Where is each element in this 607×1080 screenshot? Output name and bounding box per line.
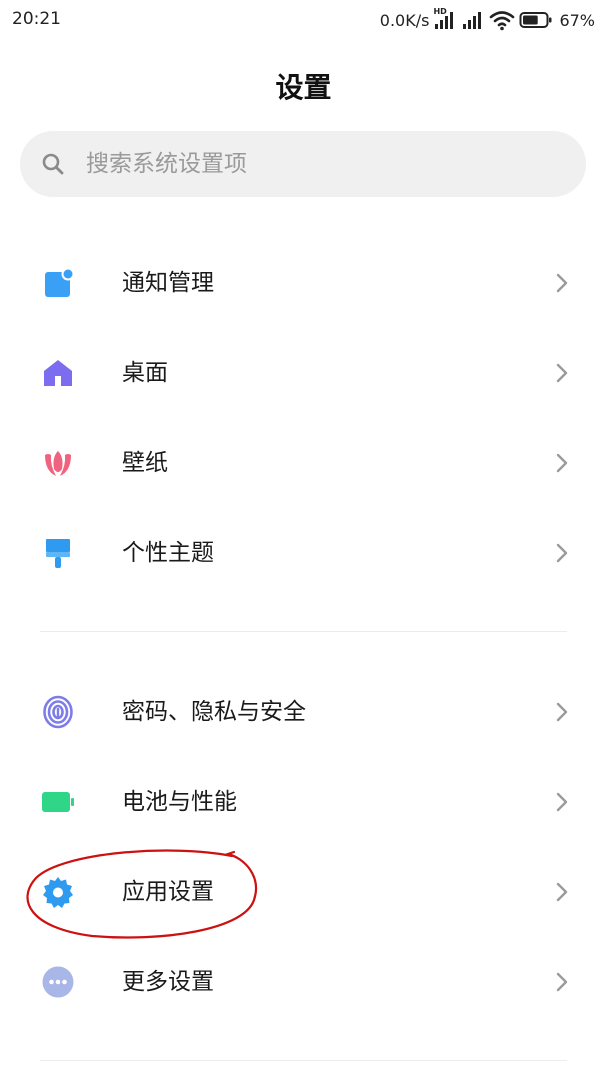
tulip-icon	[40, 445, 76, 481]
chevron-right-icon	[555, 542, 569, 564]
battery-percent: 67%	[559, 10, 595, 30]
status-right: 0.0K/s HD 67%	[379, 7, 595, 32]
page-title: 设置	[275, 71, 332, 104]
search-input[interactable]	[84, 150, 528, 178]
menu-item-label: 桌面	[122, 360, 168, 386]
chevron-right-icon	[555, 791, 569, 813]
battery-icon	[40, 784, 76, 820]
network-speed: 0.0K/s	[379, 10, 430, 30]
gear-icon	[40, 874, 76, 910]
chevron-right-icon	[555, 452, 569, 474]
chevron-right-icon	[555, 701, 569, 723]
notification-icon	[40, 265, 76, 301]
menu-item-security[interactable]: 密码、隐私与安全	[0, 667, 607, 757]
menu-item-label: 密码、隐私与安全	[122, 699, 306, 725]
menu-item-wallpaper[interactable]: 壁纸	[0, 418, 607, 508]
section-divider	[40, 631, 567, 632]
menu-item-themes[interactable]: 个性主题	[0, 508, 607, 598]
menu-item-more-settings[interactable]: 更多设置	[0, 937, 607, 1027]
menu-item-desktop[interactable]: 桌面	[0, 328, 607, 418]
menu-item-label: 壁纸	[122, 450, 168, 476]
signal-hd-icon: HD	[433, 7, 457, 31]
chevron-right-icon	[555, 362, 569, 384]
section-divider	[40, 1060, 567, 1061]
fingerprint-icon	[40, 694, 76, 730]
menu-item-notifications[interactable]: 通知管理	[0, 238, 607, 328]
signal-icon	[461, 9, 485, 31]
menu-item-app-settings[interactable]: 应用设置	[0, 847, 607, 937]
wifi-icon	[489, 9, 515, 31]
status-time: 20:21	[12, 9, 61, 29]
menu-item-label: 电池与性能	[122, 789, 237, 815]
battery-status-icon	[519, 10, 553, 30]
hd-label: HD	[433, 7, 447, 16]
brush-icon	[40, 535, 76, 571]
search-icon	[40, 151, 66, 177]
more-icon	[40, 964, 76, 1000]
menu-item-label: 更多设置	[122, 969, 214, 995]
search-bar[interactable]	[20, 131, 586, 197]
chevron-right-icon	[555, 881, 569, 903]
menu-item-label: 通知管理	[122, 270, 214, 296]
chevron-right-icon	[555, 272, 569, 294]
menu-item-label: 个性主题	[122, 540, 214, 566]
menu-item-battery[interactable]: 电池与性能	[0, 757, 607, 847]
home-icon	[40, 355, 76, 391]
menu-item-label: 应用设置	[122, 879, 214, 905]
chevron-right-icon	[555, 971, 569, 993]
status-bar: 20:21 0.0K/s HD 67%	[0, 0, 607, 40]
